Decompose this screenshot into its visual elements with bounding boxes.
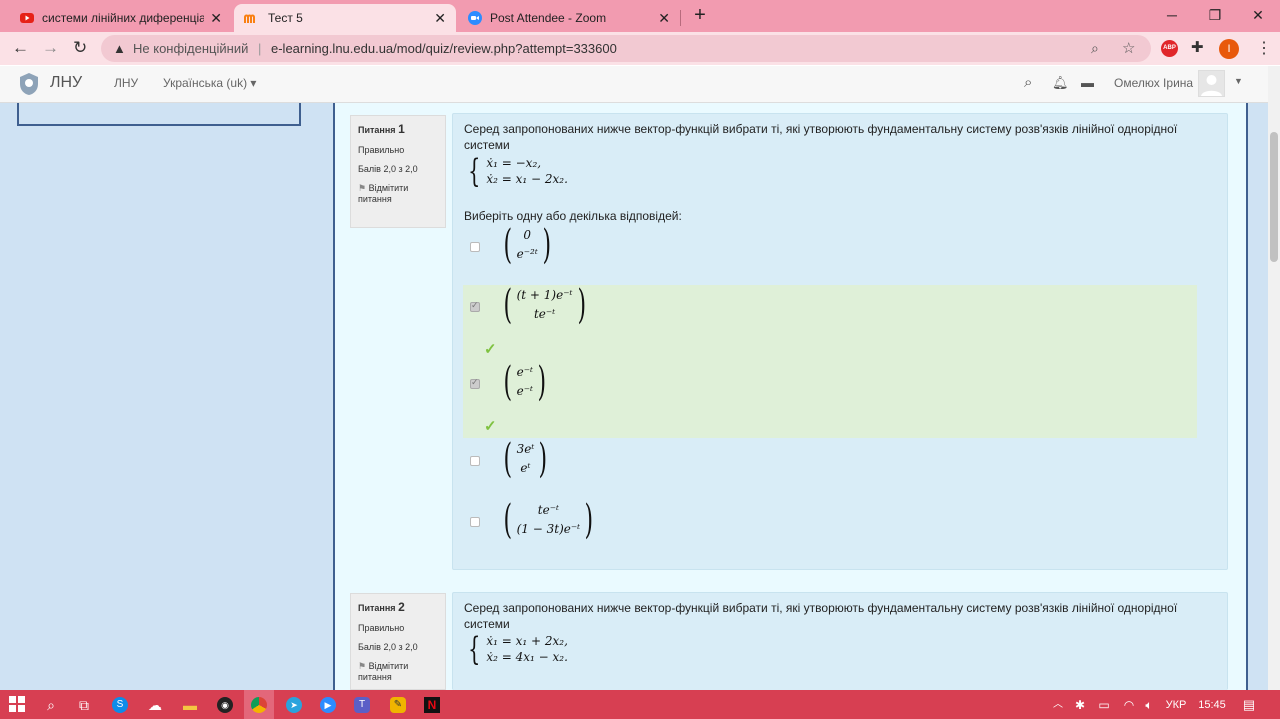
search-icon[interactable]: ⌕	[42, 696, 60, 714]
forward-icon[interactable]: →	[42, 38, 59, 58]
star-icon[interactable]: ☆	[1122, 35, 1135, 62]
answer-option[interactable]: (3eᵗ eᵗ)	[500, 439, 551, 479]
question-info-2: Питання 2 Правильно Балів 2,0 з 2,0 ⚑ Ві…	[350, 593, 446, 690]
zoom-app-icon[interactable]: ▶	[320, 697, 336, 713]
quiz-navigation-block	[17, 103, 301, 126]
messages-icon[interactable]: ▬	[1081, 75, 1094, 90]
tray-expand-icon[interactable]: ︿	[1052, 696, 1064, 714]
new-tab-button[interactable]: +	[680, 4, 720, 26]
tab-youtube[interactable]: системи лінійних диференціаль ✕	[10, 4, 232, 32]
answer-checkbox[interactable]	[470, 517, 480, 527]
skype-icon[interactable]: S	[112, 697, 128, 713]
close-tab-icon[interactable]: ✕	[210, 10, 222, 27]
notifications-icon[interactable]: ▤	[1241, 696, 1257, 714]
back-icon[interactable]: ←	[12, 38, 29, 58]
search-icon[interactable]: ⌕	[1024, 74, 1032, 91]
wifi-icon[interactable]: ◠	[1121, 696, 1137, 714]
restore-button[interactable]: ❐	[1195, 4, 1235, 26]
tab-zoom[interactable]: Post Attendee - Zoom ✕	[458, 4, 680, 32]
file-explorer-icon[interactable]: ▬	[181, 696, 199, 714]
language-menu[interactable]: Українська (uk) ▾	[163, 76, 256, 90]
close-tab-icon[interactable]: ✕	[434, 10, 446, 27]
question-info-1: Питання 1 Правильно Балів 2,0 з 2,0 ⚑ Ві…	[350, 115, 446, 228]
url-text[interactable]: e-learning.lnu.edu.ua/mod/quiz/review.ph…	[271, 41, 617, 56]
question-number: Питання 2	[358, 600, 405, 614]
adblock-icon[interactable]: ABP	[1161, 40, 1178, 57]
nav-link-lnu[interactable]: ЛНУ	[114, 76, 138, 90]
answer-checkbox[interactable]	[470, 377, 480, 389]
minimize-button[interactable]: ─	[1152, 4, 1192, 26]
task-view-icon[interactable]: ⧉	[74, 696, 94, 714]
media-player-icon[interactable]: ◉	[217, 697, 233, 713]
scrollbar-thumb[interactable]	[1270, 132, 1278, 262]
answer-checkbox[interactable]	[470, 300, 480, 312]
zoom-icon[interactable]: ⌕	[1091, 35, 1099, 62]
correct-check-icon: ✓	[484, 341, 497, 358]
weather-icon[interactable]: ☁	[146, 696, 164, 714]
user-icon	[1201, 75, 1222, 96]
question-grade: Балів 2,0 з 2,0	[358, 164, 418, 174]
flag-question-link[interactable]: ⚑ Відмітити питання	[358, 661, 438, 682]
clock[interactable]: 15:45	[1196, 696, 1228, 714]
answer-checkbox[interactable]	[470, 456, 480, 466]
answer-option[interactable]: (te⁻ᵗ (1 − 3t)e⁻ᵗ)	[500, 500, 597, 540]
battery-icon[interactable]: ▭	[1096, 696, 1112, 714]
close-tab-icon[interactable]: ✕	[658, 10, 670, 27]
warning-icon[interactable]: ▲	[113, 35, 126, 62]
extensions-icon[interactable]: ✚	[1191, 38, 1204, 56]
chrome-icon[interactable]	[251, 697, 267, 713]
equation-system: { ẋ₁ = x₁ + 2x₂, ẋ₂ = 4x₁ − x₂.	[468, 630, 568, 668]
question-grade: Балів 2,0 з 2,0	[358, 642, 418, 652]
windows-start-icon[interactable]	[8, 696, 26, 716]
answer-checkbox[interactable]	[470, 242, 480, 252]
question-number: Питання 1	[358, 122, 405, 136]
question-state: Правильно	[358, 145, 405, 155]
netflix-icon[interactable]: N	[424, 697, 440, 713]
tab-title: Тест 5	[268, 11, 303, 25]
moodle-icon	[244, 14, 255, 23]
user-avatar[interactable]	[1198, 70, 1225, 97]
tab-strip: системи лінійних диференціаль ✕ Тест 5 ✕…	[0, 0, 1280, 32]
reload-icon[interactable]: ↻	[73, 38, 87, 58]
answer-option[interactable]: ((t + 1)e⁻ᵗ te⁻ᵗ)	[500, 285, 589, 325]
user-name[interactable]: Омелюх Ірина	[1114, 76, 1193, 90]
youtube-icon	[20, 13, 34, 23]
close-window-button[interactable]: ✕	[1238, 4, 1278, 26]
site-name[interactable]: ЛНУ	[50, 74, 82, 92]
flag-icon: ⚑	[358, 183, 367, 193]
telegram-icon[interactable]: ➤	[286, 697, 302, 713]
teams-icon[interactable]: T	[354, 697, 370, 713]
moodle-navbar: ЛНУ ЛНУ Українська (uk) ▾ ⌕ 🔔︎ ▬ Омелюх …	[0, 66, 1268, 103]
photos-icon[interactable]: ✎	[390, 697, 406, 713]
answer-prompt: Виберіть одну або декілька відповідей:	[464, 209, 682, 223]
bell-icon[interactable]: 🔔︎	[1052, 75, 1069, 91]
user-menu-chevron-icon[interactable]: ▼	[1234, 76, 1243, 86]
equation-system: { ẋ₁ = −x₂, ẋ₂ = x₁ − 2x₂.	[468, 152, 568, 190]
flag-icon: ⚑	[358, 661, 367, 671]
answer-option[interactable]: (0 e⁻²ᵗ)	[500, 225, 554, 265]
university-logo-icon[interactable]	[18, 72, 40, 96]
tab-title: Post Attendee - Zoom	[490, 11, 607, 25]
question-state: Правильно	[358, 623, 405, 633]
bluetooth-icon[interactable]: ✱	[1074, 696, 1086, 714]
zoom-icon	[468, 11, 482, 25]
menu-icon[interactable]: ⋮	[1256, 38, 1272, 58]
address-bar[interactable]: ▲ Не конфіденційний | e-learning.lnu.edu…	[101, 35, 1151, 62]
volume-icon[interactable]: 🔈︎	[1140, 696, 1158, 714]
tab-test5[interactable]: Тест 5 ✕	[234, 4, 456, 32]
tab-title: системи лінійних диференціаль	[42, 11, 205, 25]
flag-question-link[interactable]: ⚑ Відмітити питання	[358, 183, 438, 204]
question-text: Серед запропонованих нижче вектор-функці…	[464, 601, 1178, 631]
correct-check-icon: ✓	[484, 418, 497, 435]
profile-avatar[interactable]: I	[1219, 39, 1239, 59]
question-text: Серед запропонованих нижче вектор-функці…	[464, 122, 1178, 152]
answer-option[interactable]: (e⁻ᵗ e⁻ᵗ)	[500, 362, 550, 402]
security-label: Не конфіденційний	[133, 41, 249, 56]
language-indicator[interactable]: УКР	[1164, 696, 1188, 714]
